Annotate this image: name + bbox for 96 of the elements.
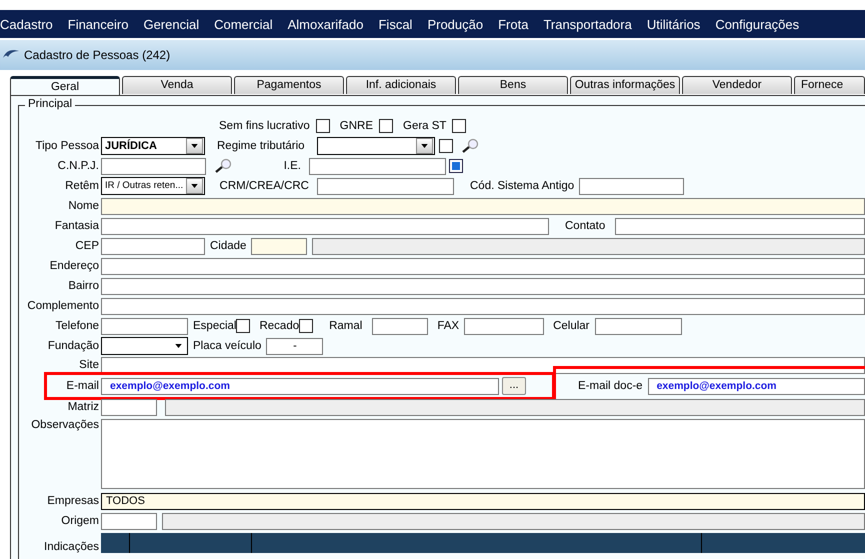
input-field[interactable] — [309, 158, 446, 174]
input-field[interactable]: - — [266, 338, 324, 354]
field-label: Celular — [553, 320, 590, 332]
square-icon — [449, 159, 463, 173]
tab[interactable]: Fornece — [794, 76, 865, 94]
input-field[interactable] — [251, 238, 308, 254]
field-label: Retêm — [64, 180, 99, 192]
checkbox[interactable] — [439, 139, 453, 153]
input-field[interactable]: exemplo@exemplo.com — [101, 378, 499, 394]
field-label: I.E. — [282, 160, 301, 172]
field-label: Bairro — [67, 280, 99, 292]
tab[interactable]: Venda — [122, 76, 232, 94]
group-title: Principal — [25, 98, 76, 110]
input-field[interactable] — [101, 512, 157, 530]
field-label: C.N.P.J. — [56, 160, 99, 172]
input-field[interactable] — [101, 298, 865, 314]
tab[interactable]: Inf. adicionais — [346, 76, 456, 94]
caret-icon — [175, 344, 182, 348]
checkbox[interactable] — [452, 119, 466, 133]
input-field[interactable] — [464, 318, 544, 334]
input-field[interactable] — [101, 158, 206, 174]
field-label: Sem fins lucrativo — [219, 120, 310, 132]
field-label: Cidade — [210, 240, 246, 252]
field-label: Complemento — [26, 300, 99, 312]
checkbox[interactable] — [299, 319, 314, 333]
input-field[interactable] — [101, 398, 157, 416]
input-field[interactable]: TODOS — [101, 492, 865, 510]
menu-item[interactable]: Gerencial — [143, 16, 208, 32]
field-label: Especial — [193, 320, 236, 332]
checkbox[interactable] — [236, 319, 250, 333]
dropdown-field[interactable]: IR / Outras reten... — [101, 177, 205, 195]
field-label: Recado — [259, 320, 300, 332]
input-field[interactable] — [101, 278, 865, 294]
field-label: Endereço — [48, 260, 99, 272]
menu-item[interactable]: Fiscal — [378, 16, 420, 32]
caret-icon — [191, 184, 198, 188]
field-label: Ramal — [329, 320, 362, 332]
input-field[interactable] — [594, 318, 682, 334]
input-field[interactable] — [101, 258, 865, 274]
field-label: Fundação — [46, 340, 99, 352]
input-field[interactable] — [615, 218, 865, 234]
input-field[interactable] — [101, 318, 188, 334]
dropdown-field[interactable] — [317, 137, 435, 155]
field-label: Contato — [565, 220, 606, 232]
input-field[interactable] — [579, 178, 684, 194]
field-label: Origem — [60, 515, 99, 527]
field-label: Fantasia — [54, 220, 99, 232]
input-field[interactable] — [101, 198, 865, 214]
field-label: Indicações — [43, 541, 99, 553]
text-area[interactable] — [101, 419, 865, 489]
window-title: Cadastro de Pessoas (242) — [24, 48, 170, 62]
menu-item[interactable]: Configurações — [715, 16, 808, 32]
field-label: Cód. Sistema Antigo — [470, 180, 574, 192]
tab[interactable]: Outras informações — [570, 76, 680, 94]
dropdown-field[interactable]: JURÍDICA — [101, 137, 205, 155]
checkbox[interactable] — [316, 119, 330, 133]
tab[interactable]: Geral — [10, 76, 120, 95]
menu-item[interactable]: Financeiro — [68, 16, 136, 32]
field-label: FAX — [437, 320, 460, 332]
dropdown-field[interactable] — [101, 337, 188, 355]
menu-item[interactable]: Cadastro — [0, 16, 61, 32]
menu-item[interactable]: Produção — [427, 16, 492, 32]
menu-item[interactable]: Frota — [498, 16, 536, 32]
field-label: GNRE — [340, 120, 373, 132]
field-label: E-mail doc-e — [578, 380, 643, 392]
field-label: Telefone — [54, 320, 99, 332]
menu-item[interactable]: Utilitários — [646, 16, 708, 32]
menu-item[interactable]: Comercial — [214, 16, 281, 32]
field-label: Empresas — [46, 495, 99, 507]
tab[interactable]: Pagamentos — [234, 76, 344, 94]
input-field[interactable] — [101, 238, 205, 254]
menu-item[interactable]: Transportadora — [543, 16, 640, 32]
search-icon[interactable] — [214, 158, 232, 174]
input-field[interactable] — [101, 218, 549, 234]
field-label: Tipo Pessoa — [34, 140, 99, 152]
field-label: CRM/CREA/CRC — [218, 180, 309, 192]
caret-icon — [191, 144, 198, 148]
tab[interactable]: Bens — [458, 76, 568, 94]
ellipsis-button[interactable]: ... — [502, 377, 526, 395]
input-field[interactable] — [372, 318, 428, 334]
field-label: Regime tributário — [217, 140, 306, 152]
checkbox[interactable] — [379, 119, 393, 133]
field-label: Site — [78, 359, 99, 371]
caret-icon — [421, 144, 428, 148]
field-label: Observações — [30, 419, 99, 431]
field-label: Matriz — [66, 401, 99, 413]
tab[interactable]: Vendedor — [682, 76, 792, 94]
input-field[interactable]: exemplo@exemplo.com — [648, 378, 865, 394]
field-label: CEP — [74, 240, 99, 252]
field-label: Nome — [67, 200, 99, 212]
field-label: Gera ST — [403, 120, 446, 132]
menu-item[interactable]: Almoxarifado — [288, 16, 372, 32]
field-label: Placa veículo — [193, 340, 262, 352]
field-label: E-mail — [65, 380, 99, 392]
search-icon[interactable] — [461, 138, 479, 154]
input-field[interactable] — [317, 178, 454, 194]
